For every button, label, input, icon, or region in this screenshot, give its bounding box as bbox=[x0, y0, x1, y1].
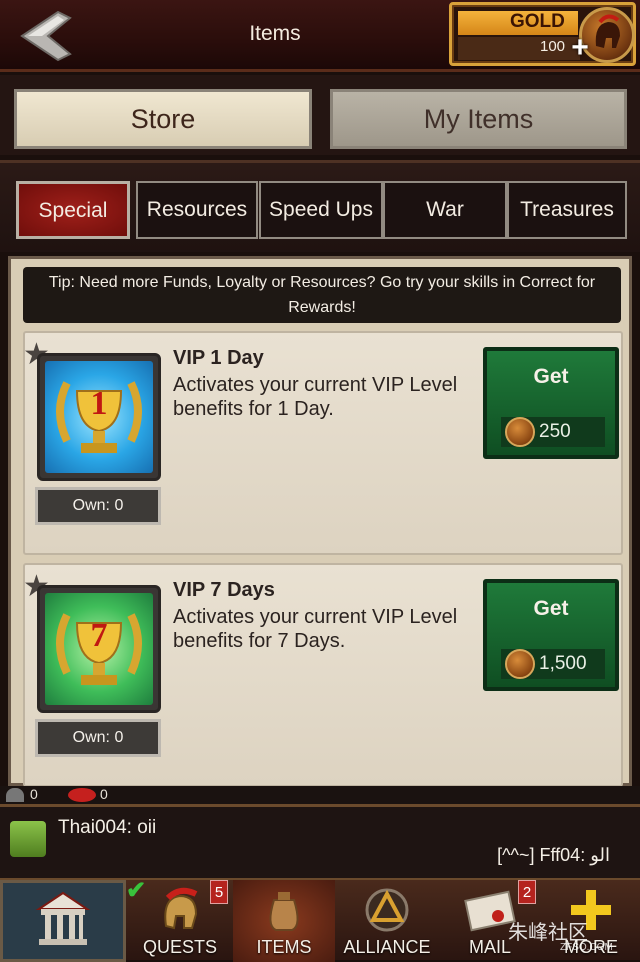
chat-message: [^^~] Fff04: الو bbox=[497, 845, 610, 865]
quests-badge: 5 bbox=[210, 880, 228, 904]
tab-treasures[interactable]: Treasures bbox=[507, 181, 627, 239]
watermark-text: 朱峰社区 bbox=[508, 922, 588, 944]
nav-home[interactable] bbox=[0, 880, 126, 962]
category-tabs: Special Resources Speed Ups War Treasure… bbox=[0, 160, 640, 252]
get-button[interactable]: Get 1,500 bbox=[483, 579, 619, 691]
gold-trophy-icon: 7 bbox=[45, 593, 153, 705]
item-icon-frame: 1 bbox=[37, 353, 161, 481]
messages-count: 0 bbox=[100, 786, 108, 802]
item-description: Activates your current VIP Level benefit… bbox=[173, 606, 458, 652]
chat-counter-bar: 0 0 bbox=[0, 786, 640, 804]
gold-trophy-icon: 1 bbox=[45, 361, 153, 473]
gold-balance[interactable]: GOLD 100 + bbox=[449, 2, 636, 66]
tab-store[interactable]: Store bbox=[14, 89, 312, 149]
gold-amount: 100 bbox=[540, 38, 566, 55]
item-name: VIP 1 Day bbox=[173, 347, 264, 369]
add-gold-icon[interactable]: + bbox=[567, 33, 593, 63]
bank-icon bbox=[35, 889, 91, 945]
online-count: 0 bbox=[30, 786, 38, 802]
gold-coin-icon bbox=[505, 649, 535, 679]
money-bag-icon bbox=[256, 886, 312, 934]
person-icon bbox=[6, 788, 24, 802]
tab-war[interactable]: War bbox=[383, 181, 507, 239]
item-price: 250 bbox=[539, 421, 571, 442]
gold-coin-icon bbox=[505, 417, 535, 447]
item-icon-number: 7 bbox=[90, 617, 108, 654]
chat-preview[interactable]: Thai004: oii [^^~] Fff04: الو bbox=[0, 804, 640, 878]
spartan-helmet-icon bbox=[152, 886, 208, 934]
item-name: VIP 7 Days bbox=[173, 579, 275, 601]
tip-banner: Tip: Need more Funds, Loyalty or Resourc… bbox=[23, 267, 621, 323]
tab-speed-ups[interactable]: Speed Ups bbox=[259, 181, 383, 239]
alliance-emblem-icon bbox=[359, 886, 415, 934]
own-count: Own: 0 bbox=[35, 719, 161, 757]
item-description: Activates your current VIP Level benefit… bbox=[173, 374, 458, 420]
get-button-label: Get bbox=[533, 597, 569, 620]
header-bar: Items GOLD 100 + bbox=[0, 0, 640, 72]
watermark-sub: ZFSQ.COM bbox=[560, 942, 613, 953]
chat-bubble-icon bbox=[68, 788, 96, 802]
own-count: Own: 0 bbox=[35, 487, 161, 525]
tab-my-items[interactable]: My Items bbox=[330, 89, 627, 149]
chat-message: Thai004: oii bbox=[58, 817, 157, 838]
nav-alliance[interactable]: ALLIANCE bbox=[337, 880, 437, 962]
nav-items[interactable]: ITEMS bbox=[233, 880, 335, 962]
get-button[interactable]: Get 250 bbox=[483, 347, 619, 459]
nav-label: ITEMS bbox=[256, 937, 312, 957]
nav-label: ALLIANCE bbox=[343, 937, 431, 957]
chat-avatar-icon bbox=[10, 821, 46, 857]
nav-label: QUESTS bbox=[142, 937, 217, 957]
checkmark-icon: ✔ bbox=[126, 877, 147, 904]
nav-quests[interactable]: ✔ 5 QUESTS bbox=[126, 877, 232, 962]
item-list[interactable]: Tip: Need more Funds, Loyalty or Resourc… bbox=[8, 256, 632, 787]
tab-resources[interactable]: Resources bbox=[136, 181, 258, 239]
list-item: ★ 1 Own: 0 VIP 1 Day Activates your curr… bbox=[23, 331, 623, 555]
gold-label: GOLD bbox=[510, 11, 565, 32]
mail-badge: 2 bbox=[518, 880, 536, 904]
tab-special[interactable]: Special bbox=[16, 181, 130, 239]
main-tabs: Store My Items bbox=[0, 75, 640, 155]
get-button-label: Get bbox=[533, 365, 569, 388]
list-item: ★ 7 Own: 0 VIP 7 Days Activates your cur… bbox=[23, 563, 623, 787]
item-price: 1,500 bbox=[539, 653, 587, 674]
item-icon-frame: 7 bbox=[37, 585, 161, 713]
item-icon-number: 1 bbox=[90, 385, 108, 422]
